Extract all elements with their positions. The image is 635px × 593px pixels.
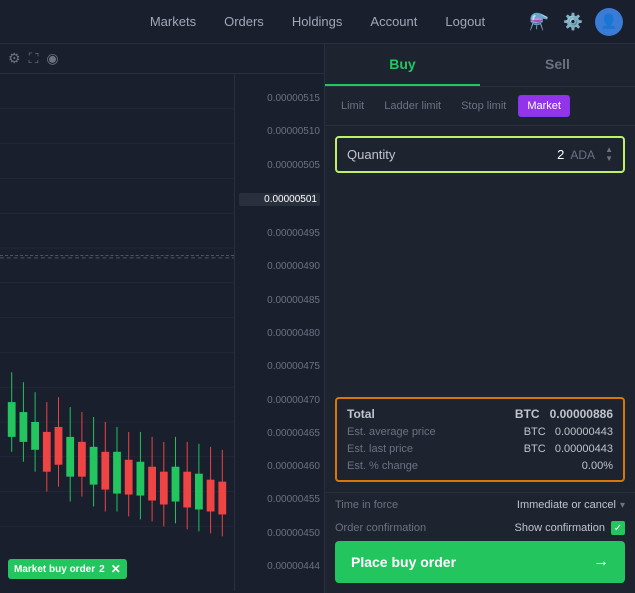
order-confirmation-value: Show confirmation ✓ <box>515 521 626 535</box>
chart-expand-icon[interactable]: ⛶ <box>29 50 39 67</box>
price-5: 0.00000490 <box>239 261 320 272</box>
total-currency: BTC <box>515 407 540 421</box>
top-nav: Markets Orders Holdings Account Logout ⚗… <box>0 0 635 44</box>
market-order-text: Market buy order <box>14 564 95 575</box>
nav-account[interactable]: Account <box>370 10 417 33</box>
order-type-ladder[interactable]: Ladder limit <box>376 96 449 116</box>
quantity-arrows: ▲ ▼ <box>605 146 613 163</box>
order-confirmation-checkbox[interactable]: ✓ <box>611 521 625 535</box>
price-11: 0.00000460 <box>239 461 320 472</box>
nav-links: Markets Orders Holdings Account Logout <box>150 10 485 33</box>
chart-settings-icon[interactable]: ⚙ <box>8 50 21 67</box>
price-4: 0.00000495 <box>239 228 320 239</box>
time-in-force-text: Immediate or cancel <box>517 499 616 511</box>
time-in-force-label: Time in force <box>335 499 398 511</box>
price-14: 0.00000444 <box>239 561 320 572</box>
price-current: 0.00000501 <box>239 193 320 206</box>
flask-icon[interactable]: ⚗️ <box>527 10 551 34</box>
nav-icon-group: ⚗️ ⚙️ 👤 <box>527 8 623 36</box>
form-spacer <box>335 181 625 389</box>
nav-orders[interactable]: Orders <box>224 10 264 33</box>
price-0: 0.00000515 <box>239 93 320 104</box>
price-6: 0.00000485 <box>239 295 320 306</box>
settings-icon[interactable]: ⚙️ <box>561 10 585 34</box>
price-2: 0.00000505 <box>239 160 320 171</box>
candlestick-chart <box>0 74 234 591</box>
place-order-arrow-icon: → <box>593 553 609 571</box>
total-amount: 0.00000886 <box>550 407 613 421</box>
avg-price-label: Est. average price <box>347 426 436 438</box>
order-confirmation-row: Order confirmation Show confirmation ✓ <box>325 517 635 541</box>
order-confirmation-text: Show confirmation <box>515 522 606 534</box>
price-1: 0.00000510 <box>239 126 320 137</box>
buy-sell-tabs: Buy Sell <box>325 44 635 87</box>
price-9: 0.00000470 <box>239 395 320 406</box>
order-type-tabs: Limit Ladder limit Stop limit Market <box>325 87 635 126</box>
place-order-label: Place buy order <box>351 554 456 570</box>
total-label: Total <box>347 407 375 421</box>
summary-row-avg: Est. average price BTC 0.00000443 <box>347 426 613 438</box>
chart-toolbar: ⚙ ⛶ ◉ <box>0 44 324 74</box>
quantity-right: 2 ADA ▲ ▼ <box>557 146 613 163</box>
summary-row-total: Total BTC 0.00000886 <box>347 407 613 421</box>
chart-area: 0.00000515 0.00000510 0.00000505 0.00000… <box>0 74 324 591</box>
quantity-currency: ADA <box>570 148 595 162</box>
last-price-amount: 0.00000443 <box>555 443 613 455</box>
main-layout: ⚙ ⛶ ◉ 0.00000515 0.00000510 0.00000505 0… <box>0 44 635 593</box>
price-13: 0.00000450 <box>239 528 320 539</box>
right-panel: Buy Sell Limit Ladder limit Stop limit M… <box>325 44 635 593</box>
quantity-field[interactable]: Quantity 2 ADA ▲ ▼ <box>335 136 625 173</box>
market-order-qty: 2 <box>99 564 105 575</box>
form-area: Quantity 2 ADA ▲ ▼ Total BTC <box>325 126 635 492</box>
pct-change-label: Est. % change <box>347 460 418 472</box>
time-in-force-row: Time in force Immediate or cancel ▾ <box>325 492 635 517</box>
pct-change-value: 0.00% <box>582 460 613 472</box>
last-price-value: BTC 0.00000443 <box>524 443 613 455</box>
place-buy-order-button[interactable]: Place buy order → <box>335 541 625 583</box>
time-in-force-dropdown-icon: ▾ <box>620 500 625 511</box>
tab-buy[interactable]: Buy <box>325 44 480 86</box>
price-axis: 0.00000515 0.00000510 0.00000505 0.00000… <box>234 74 324 591</box>
price-10: 0.00000465 <box>239 428 320 439</box>
order-confirmation-label: Order confirmation <box>335 522 426 534</box>
order-type-stop[interactable]: Stop limit <box>453 96 514 116</box>
price-12: 0.00000455 <box>239 494 320 505</box>
avg-price-currency: BTC <box>524 426 546 438</box>
summary-box: Total BTC 0.00000886 Est. average price … <box>335 397 625 482</box>
price-8: 0.00000475 <box>239 361 320 372</box>
order-type-market[interactable]: Market <box>518 95 570 117</box>
market-order-label: Market buy order 2 ✕ <box>8 559 127 579</box>
last-price-label: Est. last price <box>347 443 413 455</box>
summary-row-pct: Est. % change 0.00% <box>347 460 613 472</box>
summary-row-last: Est. last price BTC 0.00000443 <box>347 443 613 455</box>
user-icon[interactable]: 👤 <box>595 8 623 36</box>
total-value: BTC 0.00000886 <box>515 407 613 421</box>
avg-price-value: BTC 0.00000443 <box>524 426 613 438</box>
nav-markets[interactable]: Markets <box>150 10 196 33</box>
nav-holdings[interactable]: Holdings <box>292 10 343 33</box>
last-price-currency: BTC <box>524 443 546 455</box>
chart-panel: ⚙ ⛶ ◉ 0.00000515 0.00000510 0.00000505 0… <box>0 44 325 593</box>
nav-logout[interactable]: Logout <box>445 10 485 33</box>
tab-sell[interactable]: Sell <box>480 44 635 86</box>
order-type-limit[interactable]: Limit <box>333 96 372 116</box>
price-7: 0.00000480 <box>239 328 320 339</box>
time-in-force-value[interactable]: Immediate or cancel ▾ <box>517 499 625 511</box>
market-order-close-icon[interactable]: ✕ <box>111 562 121 576</box>
quantity-value: 2 <box>557 147 564 162</box>
avg-price-amount: 0.00000443 <box>555 426 613 438</box>
quantity-up-arrow[interactable]: ▲ <box>605 146 613 154</box>
quantity-down-arrow[interactable]: ▼ <box>605 155 613 163</box>
chart-eye-icon[interactable]: ◉ <box>46 50 58 67</box>
quantity-label: Quantity <box>347 147 395 162</box>
